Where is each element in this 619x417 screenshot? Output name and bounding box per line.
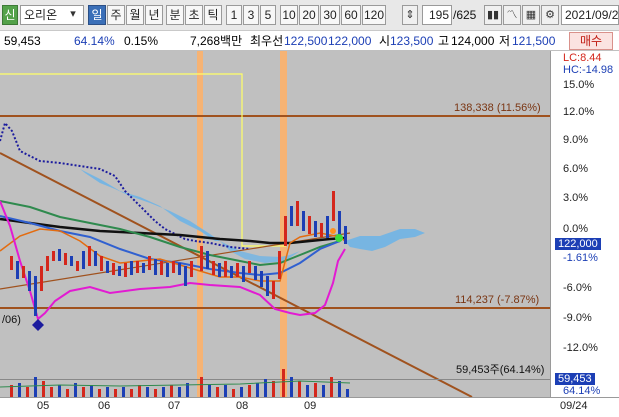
interval-120-button[interactable]: 120 [362,5,386,25]
period-month-tab[interactable]: 월 [126,5,144,25]
volume-value: 59,453 [4,34,41,48]
y-tick: 9.0% [563,134,589,146]
period-tick-tab[interactable]: 틱 [204,5,222,25]
market-badge: 신 [2,5,18,25]
high-price-annotation: 138,338 (11.56%) [454,102,541,114]
x-label: 09 [304,400,317,412]
x-label: 08 [236,400,249,412]
view-total-label: /625 [453,8,477,22]
period-year-tab[interactable]: 년 [145,5,163,25]
current-date-label: 09/24 [560,400,588,412]
y-tick: -12.0% [563,342,598,354]
period-week-tab[interactable]: 주 [107,5,125,25]
y-tick: 12.0% [563,106,595,118]
y-tick: -9.0% [563,312,592,324]
gear-icon[interactable]: ⚙ [541,5,559,25]
interval-30-button[interactable]: 30 [320,5,340,25]
moving-average-120 [0,217,346,245]
signal-marker [335,234,343,242]
price-chart[interactable]: 138,338 (11.56%) 114,237 (-7.87%) /06) 5… [0,51,550,397]
reference-box-line [0,73,286,247]
y-tick: 6.0% [563,163,589,175]
y-tick: 3.0% [563,192,589,204]
low-label: 저 [499,34,511,48]
bollinger-lower-line [0,200,346,321]
low-date-annotation: /06) [2,314,21,326]
highlight-band [197,51,203,397]
amount-value: 7,268백만 [190,34,243,48]
interval-3-button[interactable]: 3 [243,5,259,25]
current-volume-label: 59,453 [555,373,595,385]
current-price-label: 122,000 [555,238,601,250]
volume-ratio-value: 64.14% [74,34,115,48]
interval-spinner-icon[interactable]: ⇕ [402,5,418,25]
open-price: 123,500 [390,34,434,48]
stock-dropdown-icon[interactable]: ▾ [64,5,82,25]
period-minute-tab[interactable]: 분 [166,5,184,25]
y-tick: 0.0% [563,223,589,235]
period-day-tab[interactable]: 일 [88,5,106,25]
candle-type-icon[interactable]: ▮▮ [484,5,502,25]
period-second-tab[interactable]: 초 [185,5,203,25]
low-price: 121,500 [512,34,556,48]
high-label: 고 [438,34,450,48]
change-rate-value: 0.15% [124,34,159,48]
line-tools-icon[interactable]: 〽 [503,5,521,25]
interval-20-button[interactable]: 20 [299,5,319,25]
price-axis[interactable]: LC:8.44 HC:-14.98 15.0% 12.0% 9.0% 6.0% … [550,51,619,397]
interval-1-button[interactable]: 1 [226,5,242,25]
x-label: 06 [98,400,111,412]
date-input[interactable]: 2021/09/2 [561,5,619,25]
x-label: 07 [168,400,181,412]
view-count-input[interactable]: 195 [422,5,452,25]
low-point-marker [32,319,44,331]
current-volume-ratio-label: 64.14% [563,385,601,397]
volume-annotation: 59,453주(64.14%) [456,364,545,376]
cloud-region [345,229,425,251]
y-tick: -6.0% [563,282,592,294]
interval-5-button[interactable]: 5 [260,5,276,25]
x-label: 05 [37,400,50,412]
chart-toolbar: 신 오리온 ▾ 일 주 월 년 분 초 틱 1 3 5 10 20 30 60 … [0,0,619,31]
quote-bar: 59,453 64.14% 0.15% 7,268백만 최우선 122,500 … [0,31,619,51]
interval-10-button[interactable]: 10 [280,5,298,25]
buy-button[interactable]: 매수 [569,32,613,50]
interval-60-button[interactable]: 60 [341,5,361,25]
grid-icon[interactable]: ▦ [522,5,540,25]
high-price: 124,000 [451,34,495,48]
lc-label: LC:8.44 [563,52,602,64]
hc-label: HC:-14.98 [563,64,614,76]
signal-marker [330,228,336,234]
date-axis[interactable]: 05 06 07 08 09 09/24 [0,397,619,417]
priority-label: 최우선 [250,34,284,48]
open-label: 시 [379,34,391,48]
ask-price: 122,500 [284,34,328,48]
low-price-annotation: 114,237 (-7.87%) [455,294,540,306]
y-tick: 15.0% [563,79,595,91]
current-change-label: -1.61% [563,252,598,264]
bid-price: 122,000 [328,34,372,48]
